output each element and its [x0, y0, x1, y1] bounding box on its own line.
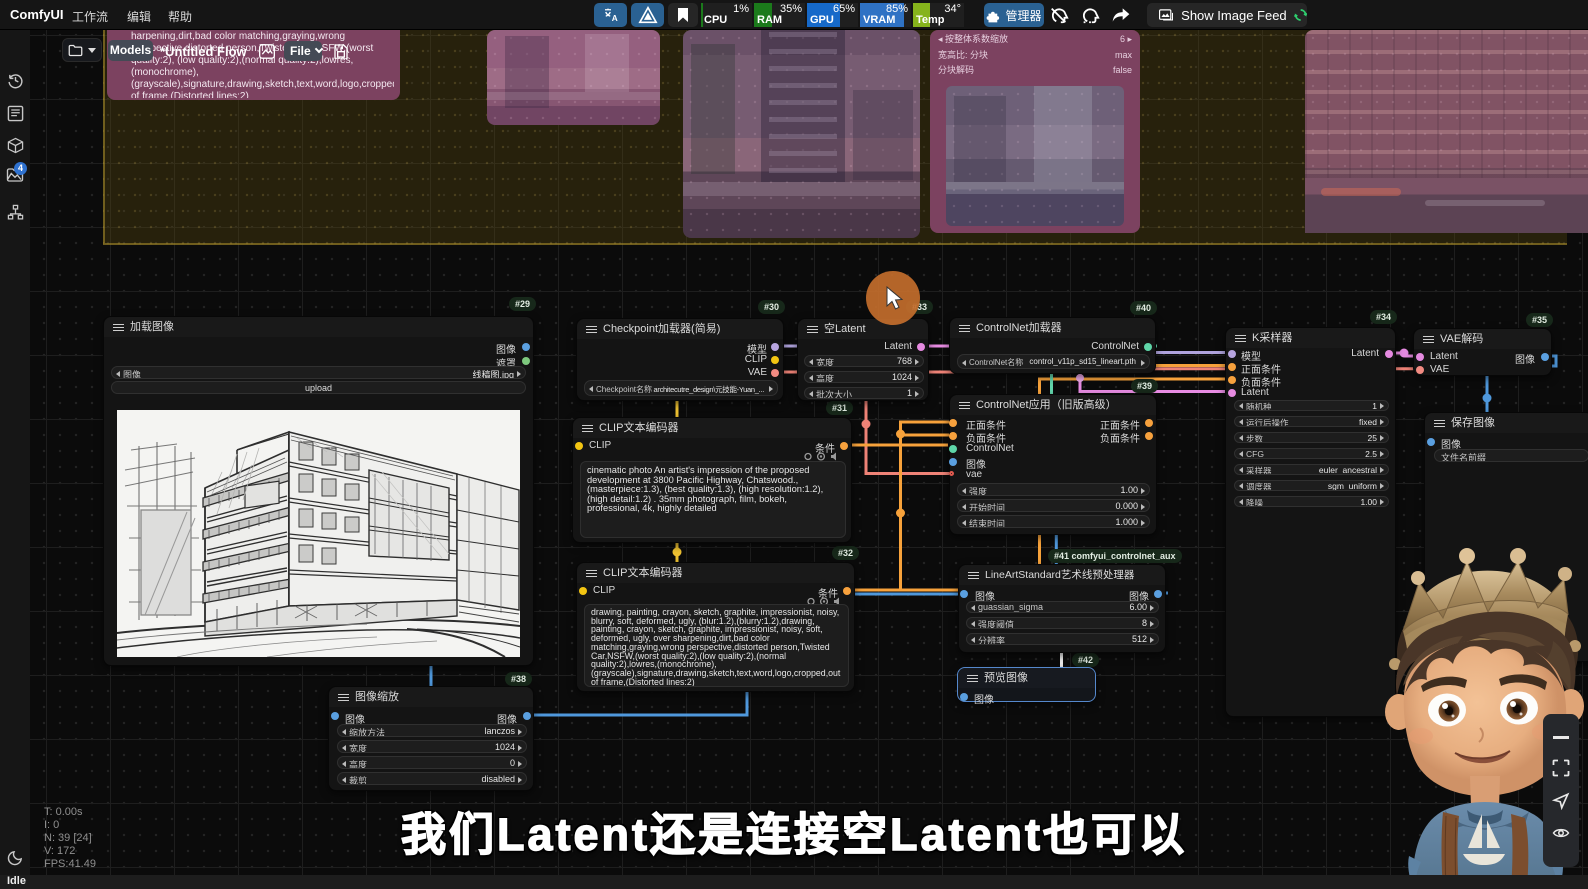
svg-text:A: A: [611, 14, 617, 23]
